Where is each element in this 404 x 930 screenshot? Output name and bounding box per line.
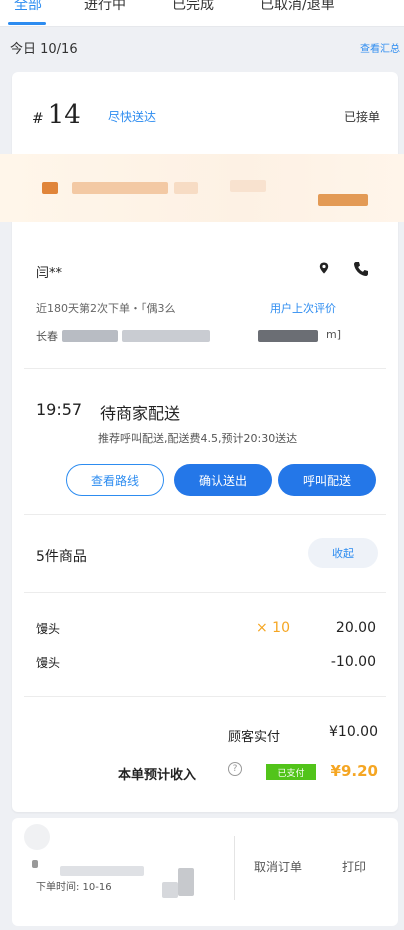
item-row: 馒头 × 10 20.00 <box>36 620 376 638</box>
item-quantity: × 10 <box>256 620 290 636</box>
next-order-card: 下单时间: 10-16 取消订单 打印 <box>12 818 398 926</box>
blurred-avatar <box>24 824 50 850</box>
blurred-block <box>178 868 194 896</box>
location-icon[interactable] <box>318 262 330 274</box>
estimated-income-value: ¥9.20 <box>330 762 378 780</box>
order-status-tabs: 全部 进行中 已完成 已取消/退单 <box>0 0 404 27</box>
blurred-block <box>60 866 144 876</box>
blurred-block <box>318 194 368 206</box>
blurred-address <box>258 330 318 342</box>
customer-paid-value: ¥10.00 <box>329 724 378 740</box>
divider <box>234 836 235 900</box>
date-label: 今日 10/16 <box>10 42 78 57</box>
call-delivery-button[interactable]: 呼叫配送 <box>278 464 376 496</box>
blurred-address <box>62 330 118 342</box>
print-button[interactable]: 打印 <box>342 858 366 875</box>
delivery-tag: 尽快送达 <box>108 110 157 124</box>
blurred-block <box>162 882 178 898</box>
order-time: 下单时间: 10-16 <box>36 882 112 893</box>
item-price: -10.00 <box>330 654 376 670</box>
paid-badge: 已支付 <box>266 764 316 780</box>
divider <box>24 368 386 369</box>
confirm-delivery-button[interactable]: 确认送出 <box>174 464 272 496</box>
address-suffix: m] <box>326 328 342 341</box>
last-review-link[interactable]: 用户上次评价 <box>270 300 336 316</box>
estimated-income-label: 本单预计收入 <box>118 768 197 783</box>
item-row: 馒头 -10.00 <box>36 654 376 672</box>
tab-in-progress[interactable]: 进行中 <box>84 0 126 14</box>
cancel-order-button[interactable]: 取消订单 <box>254 858 302 875</box>
blurred-block <box>72 182 168 194</box>
order-number-value: 14 <box>47 100 81 130</box>
blurred-block <box>174 182 198 194</box>
item-name: 馒头 <box>36 622 61 636</box>
order-history-text: 近180天第2次下单・「偶3么 <box>36 302 176 315</box>
item-price: 20.00 <box>335 620 376 636</box>
blurred-info-band <box>0 154 404 222</box>
collapse-button[interactable]: 收起 <box>308 538 378 568</box>
address-prefix: 长春 <box>36 330 58 343</box>
order-number: #14 <box>32 100 81 130</box>
order-status-badge: 已接单 <box>343 110 380 124</box>
divider <box>24 514 386 515</box>
blurred-block <box>42 182 58 194</box>
items-count: 5件商品 <box>36 549 87 565</box>
status-text: 待商家配送 <box>100 404 181 423</box>
view-summary-link[interactable]: 查看汇总 <box>360 40 400 55</box>
divider <box>24 592 386 593</box>
date-bar: 今日 10/16 查看汇总 <box>0 26 404 66</box>
blurred-block <box>230 180 266 192</box>
divider <box>24 696 386 697</box>
item-name: 馒头 <box>36 656 61 670</box>
order-hash: # <box>32 111 44 127</box>
tab-all[interactable]: 全部 <box>14 0 42 14</box>
status-time: 19:57 <box>36 400 83 419</box>
phone-icon[interactable] <box>352 260 370 278</box>
delivery-recommendation: 推荐呼叫配送,配送费4.5,预计20:30送达 <box>98 432 298 445</box>
tab-cancelled[interactable]: 已取消/退单 <box>260 0 335 14</box>
customer-name: 闫** <box>36 266 63 281</box>
blurred-address <box>122 330 210 342</box>
view-route-button[interactable]: 查看路线 <box>66 464 164 496</box>
help-icon[interactable]: ? <box>228 762 242 776</box>
tab-completed[interactable]: 已完成 <box>172 0 214 14</box>
order-card: #14 尽快送达 已接单 闫** 近180天第2次下单・「偶3么 用户上次评价 … <box>0 72 404 812</box>
blurred-block <box>32 860 38 868</box>
customer-paid-label: 顾客实付 <box>228 730 281 745</box>
active-tab-indicator <box>8 22 46 25</box>
